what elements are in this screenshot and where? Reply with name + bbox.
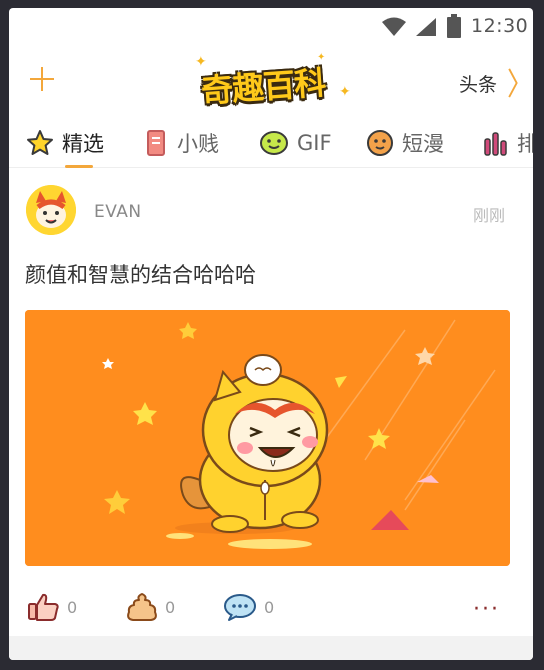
post-timestamp: 刚刚 (473, 206, 506, 225)
like-button[interactable]: 0 (27, 587, 77, 627)
post-card[interactable]: EVAN 刚刚 颜值和智慧的结合哈哈哈 0 0 0 ··· (9, 169, 533, 639)
logo-text: 奇趣百科 (199, 63, 327, 111)
wifi-icon (382, 17, 406, 36)
avatar[interactable] (26, 185, 76, 235)
post-text: 颜值和智慧的结合哈哈哈 (25, 263, 256, 287)
status-time: 12:30 (471, 15, 529, 37)
app-header: ✦ ✦ ✦ 奇趣百科 头条 〉 (9, 48, 533, 114)
mascot-avatar-icon (26, 185, 76, 235)
status-bar: 12:30 (9, 8, 533, 44)
like-count: 0 (67, 597, 78, 617)
post-username[interactable]: EVAN (94, 202, 142, 222)
bars-icon (484, 132, 507, 156)
tab-label: 短漫 (402, 132, 444, 156)
face-icon (367, 130, 393, 156)
poop-button[interactable]: 0 (125, 587, 175, 627)
battery-icon (447, 14, 461, 38)
tab-featured[interactable]: 精选 (26, 118, 104, 168)
active-tab-indicator (65, 165, 93, 168)
tab-label: 排 (517, 132, 533, 156)
tab-comic[interactable]: 短漫 (366, 118, 444, 168)
bookmark-icon (147, 130, 165, 156)
poop-count: 0 (165, 597, 176, 617)
more-options-icon[interactable]: ··· (473, 597, 500, 622)
tab-label: 精选 (62, 132, 104, 156)
tab-label: 小贱 (177, 132, 219, 156)
tab-xiaojian[interactable]: 小贱 (145, 118, 219, 168)
post-actions: 0 0 0 ··· (9, 587, 533, 627)
tab-gif[interactable]: GIF (259, 118, 332, 168)
sparkle-icon: ✦ (339, 84, 351, 100)
app-frame: 12:30 ✦ ✦ ✦ 奇趣百科 头条 〉 精选 小贱 GIF 短漫 排 EVA… (9, 8, 533, 660)
feed-divider (9, 636, 533, 660)
add-post-button[interactable] (27, 64, 57, 94)
tab-ranking[interactable]: 排 (483, 118, 533, 168)
signal-icon (416, 18, 436, 36)
comment-count: 0 (264, 597, 275, 617)
thumbs-up-icon (28, 593, 59, 621)
star-icon (27, 130, 53, 155)
post-image[interactable] (25, 310, 510, 566)
comment-icon (224, 594, 256, 621)
headline-link[interactable]: 头条 (459, 70, 497, 97)
tab-label: GIF (297, 131, 332, 155)
comment-button[interactable]: 0 (222, 587, 274, 627)
chevron-right-icon[interactable]: 〉 (507, 60, 533, 104)
poop-icon (127, 593, 157, 621)
gif-face-icon (260, 131, 288, 155)
category-tabs: 精选 小贱 GIF 短漫 排 (9, 118, 533, 168)
app-logo: ✦ ✦ ✦ 奇趣百科 (189, 52, 353, 110)
mascot-illustration (25, 310, 510, 566)
